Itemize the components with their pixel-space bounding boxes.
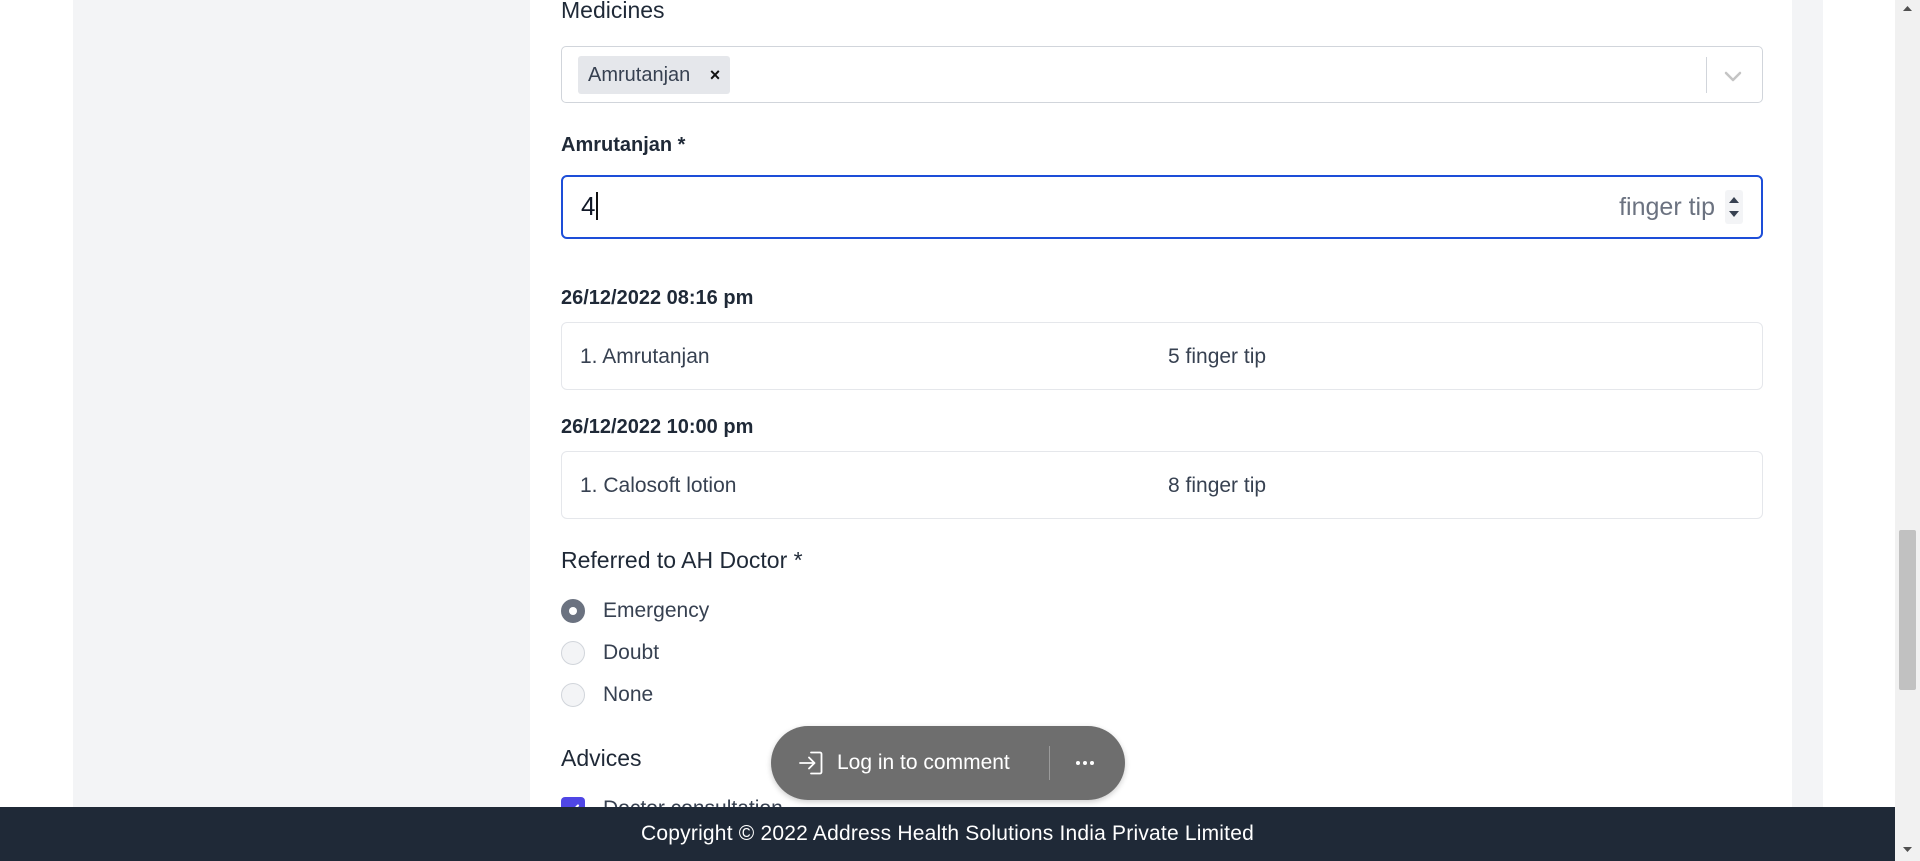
history-item: 1. Calosoft lotion — [580, 474, 737, 497]
dose-label: Amrutanjan * — [561, 134, 686, 156]
history-timestamp: 26/12/2022 08:16 pm — [561, 287, 754, 309]
radio-button[interactable] — [561, 641, 585, 665]
radio-label: None — [603, 683, 654, 706]
side-panel-left — [73, 0, 530, 861]
history-dose: 8 finger tip — [1168, 474, 1267, 497]
history-item: 1. Amrutanjan — [580, 345, 710, 368]
referral-heading: Referred to AH Doctor * — [561, 547, 803, 573]
page-footer: Copyright © 2022 Address Health Solution… — [0, 807, 1895, 861]
comment-toast: Log in to comment — [771, 726, 1125, 800]
page-margin-right — [1823, 0, 1895, 861]
medicine-chip: Amrutanjan × — [578, 56, 731, 94]
history-entry: 1. Amrutanjan 5 finger tip — [561, 322, 1763, 390]
chip-remove-icon[interactable]: × — [710, 56, 721, 94]
radio-label: Emergency — [603, 599, 710, 622]
login-to-comment-button[interactable]: Log in to comment — [797, 726, 1010, 800]
radio-button[interactable] — [561, 599, 585, 623]
vertical-scrollbar[interactable] — [1895, 0, 1920, 861]
text-caret — [596, 192, 598, 220]
dose-value: 4 — [581, 191, 596, 221]
chevron-down-icon[interactable] — [1718, 61, 1748, 91]
toast-divider — [1049, 746, 1050, 780]
ellipsis-icon[interactable] — [1073, 752, 1097, 774]
sign-in-icon — [799, 751, 823, 775]
history-entry: 1. Calosoft lotion 8 finger tip — [561, 451, 1763, 519]
radio-emergency[interactable]: Emergency — [561, 597, 709, 625]
select-divider — [1706, 57, 1707, 93]
history-dose: 5 finger tip — [1168, 345, 1267, 368]
radio-none[interactable]: None — [561, 681, 653, 709]
medicine-chip-label: Amrutanjan — [588, 64, 691, 86]
dose-value-wrap: 4 — [581, 191, 598, 222]
radio-label: Doubt — [603, 641, 660, 664]
side-panel-right — [1792, 0, 1823, 861]
number-spinner-icon[interactable] — [1725, 190, 1743, 224]
radio-button[interactable] — [561, 683, 585, 707]
scrollbar-thumb[interactable] — [1899, 530, 1916, 690]
page-margin-left — [0, 0, 73, 861]
radio-doubt[interactable]: Doubt — [561, 639, 659, 667]
medicines-heading: Medicines — [561, 0, 665, 23]
scroll-up-arrow-icon[interactable] — [1901, 2, 1914, 15]
copyright-text: Copyright © 2022 Address Health Solution… — [641, 822, 1254, 845]
medicines-multiselect[interactable]: Amrutanjan × — [561, 46, 1763, 103]
dose-unit: finger tip — [1619, 193, 1715, 221]
advices-heading: Advices — [561, 745, 642, 771]
history-timestamp: 26/12/2022 10:00 pm — [561, 416, 754, 438]
scroll-down-arrow-icon[interactable] — [1901, 843, 1914, 856]
dose-number-input[interactable]: 4 finger tip — [561, 175, 1763, 239]
login-to-comment-label: Log in to comment — [837, 751, 1010, 774]
